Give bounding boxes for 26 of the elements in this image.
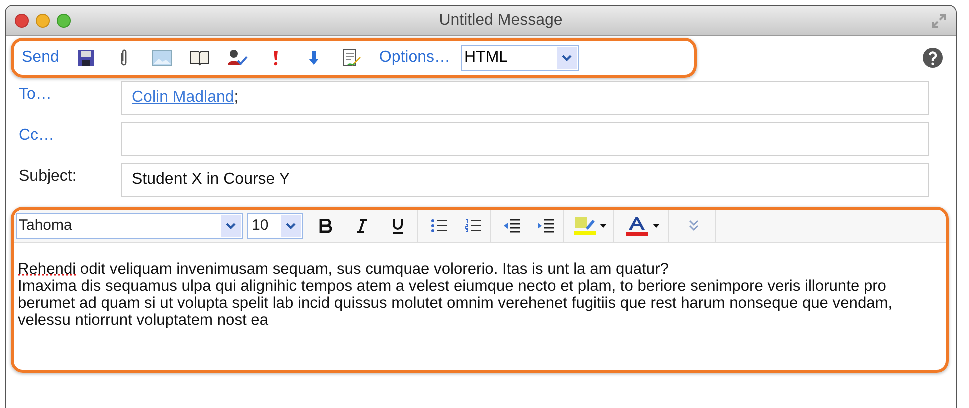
font-color-button[interactable] [626, 216, 660, 236]
separator: ; [234, 88, 239, 108]
body-paragraph: Rehendi odit veliquam invenimusam sequam, sus cumquae volorerio. Itas is unt la am quatur? [18, 261, 670, 278]
caret-icon [653, 224, 660, 228]
size-dropdown[interactable]: 10 [247, 213, 303, 239]
recipient-field[interactable] [121, 122, 929, 156]
close-button[interactable] [15, 14, 29, 28]
font-color-icon [626, 216, 648, 236]
caret-icon [600, 224, 607, 228]
font-dropdown[interactable]: Tahoma [16, 213, 243, 239]
field-label: Subject: [19, 167, 78, 187]
signature-icon[interactable] [341, 47, 364, 69]
recipient-link[interactable]: Colin Madland [132, 86, 234, 110]
zoom-button[interactable] [57, 14, 71, 28]
highlight-color-button[interactable] [574, 216, 607, 236]
window-title: Untitled Message [438, 10, 564, 30]
body-paragraph: Imaxima dis sequamus ulpa qui alignihic tempos atem a velest eiumque necto et plam, to beriore senimpore veris illorunte pro berumet ad quam si ut volupta spelit lab incid quissus molutet omnim verehenet fugitiis que rest harum nonseque que vendam, velessu ntiorrunt voluptatem nost ea [18, 278, 894, 329]
options-button[interactable]: Options… [379, 46, 451, 70]
highlighter-icon [574, 216, 596, 236]
help-icon[interactable] [923, 48, 943, 68]
recipient-field[interactable]: Colin Madland; [121, 81, 929, 115]
field-label[interactable]: Cc… [19, 124, 121, 154]
send-button[interactable]: Send [22, 46, 60, 70]
field-label[interactable]: To… [19, 83, 121, 113]
format-dropdown[interactable]: HTML [460, 45, 579, 71]
subject-field[interactable]: Student X in Course Y [121, 163, 929, 197]
